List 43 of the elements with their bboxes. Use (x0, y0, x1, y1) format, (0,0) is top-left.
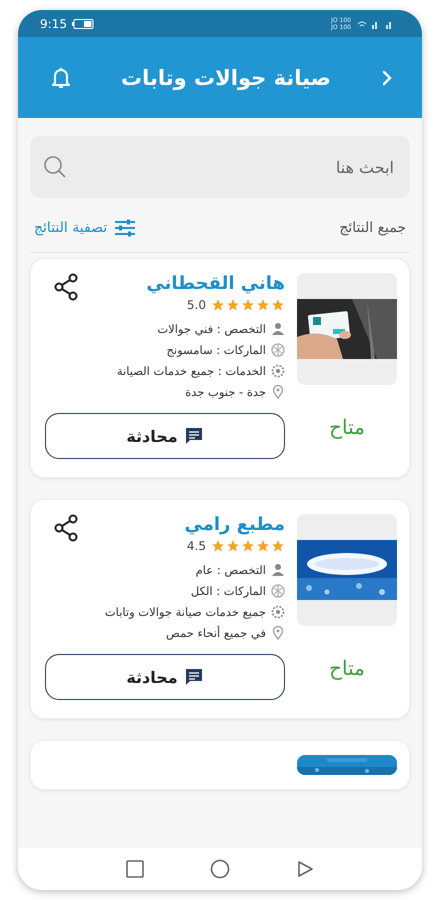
detail-text: التخصص : فني جوالات (157, 322, 266, 336)
chevron-icon (380, 68, 394, 86)
search-field[interactable]: ابحث هنا (30, 136, 410, 198)
detail-text: الماركات : الكل (190, 584, 266, 598)
chat-icon (184, 426, 204, 446)
provider-name[interactable]: مطبع رامي (184, 514, 285, 535)
rating-value: 5.0 (186, 298, 206, 312)
gear-icon (271, 605, 285, 619)
share-icon (53, 273, 79, 301)
availability-status: متاح (329, 656, 365, 680)
detail-text: جدة - جنوب جدة (185, 385, 266, 399)
share-button[interactable] (53, 514, 79, 542)
page-title: صيانة جوالات وتابات (120, 66, 332, 90)
chat-button[interactable]: محادثة (45, 413, 285, 459)
availability-status: متاح (329, 415, 365, 439)
badge-icon (271, 343, 285, 357)
chat-button[interactable]: محادثة (45, 654, 285, 700)
sliders-icon (113, 218, 138, 238)
rating-value: 4.5 (186, 539, 206, 553)
provider-name[interactable]: هاني القحطاني (146, 273, 285, 294)
person-icon (271, 322, 285, 336)
chat-icon (184, 667, 204, 687)
filter-link[interactable]: تصفية النتائج (34, 218, 138, 238)
person-icon (271, 563, 285, 577)
share-icon (53, 514, 79, 542)
detail-text: التخصص : عام (196, 563, 266, 577)
battery-icon (72, 18, 94, 28)
detail-text: الماركات : سامسونج (166, 343, 266, 357)
detail-text: الخدمات : جميع خدمات الصيانة (116, 364, 266, 378)
detail-text: جميع خدمات صيانة جوالات وتابات (104, 605, 266, 619)
gear-icon (271, 364, 285, 378)
location-pin-icon (271, 626, 285, 640)
bell-icon (50, 66, 72, 90)
status-time: 9:15 (40, 16, 67, 30)
home-button[interactable] (210, 859, 230, 879)
share-button[interactable] (53, 273, 79, 301)
back-nav-button[interactable] (296, 860, 314, 878)
recents-button[interactable] (126, 860, 144, 878)
location-pin-icon (271, 385, 285, 399)
results-label: جميع النتائج (339, 220, 406, 236)
badge-icon (271, 584, 285, 598)
search-icon (42, 154, 68, 180)
detail-text: في جميع أنحاء حمص (166, 626, 266, 640)
